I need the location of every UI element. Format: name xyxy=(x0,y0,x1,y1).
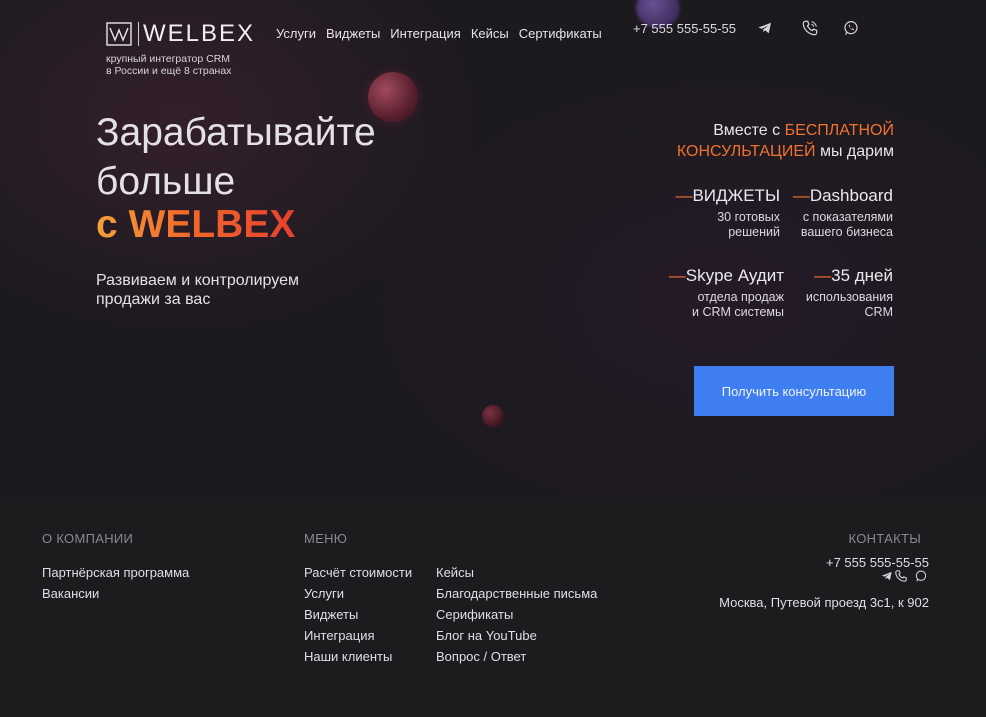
logo-subtitle-line: в России и ещё 8 странах xyxy=(106,65,232,77)
nav-item-widgets[interactable]: Виджеты xyxy=(326,26,380,41)
feature-dashboard: —Dashboard с показателями вашего бизнеса xyxy=(793,186,893,240)
feature-title: —Skype Аудит xyxy=(668,266,784,285)
nav-item-integration[interactable]: Интеграция xyxy=(390,26,461,41)
footer-link-youtube-blog[interactable]: Блог на YouTube xyxy=(436,628,537,643)
footer-phone[interactable]: +7 555 555-55-55 xyxy=(826,555,929,570)
whatsapp-icon[interactable] xyxy=(914,569,928,583)
feature-title: —ВИДЖЕТЫ xyxy=(675,186,780,205)
footer-link-integration[interactable]: Интеграция xyxy=(304,628,375,643)
footer-link-clients[interactable]: Наши клиенты xyxy=(304,649,392,664)
feature-desc: использования CRM xyxy=(805,290,893,319)
phone-call-icon[interactable] xyxy=(894,569,908,583)
footer-link-partner-program[interactable]: Партнёрская программа xyxy=(42,565,189,580)
hero-title-line: Зарабатывайте xyxy=(96,111,376,154)
feature-title: —35 дней xyxy=(814,266,893,285)
nav-item-certificates[interactable]: Сертификаты xyxy=(519,26,602,41)
nav-item-services[interactable]: Услуги xyxy=(276,26,316,41)
hero-title-line: больше xyxy=(96,160,236,203)
logo-subtitle-line: крупный интегратор CRM xyxy=(106,53,231,65)
hero-lead-line: продажи за вас xyxy=(96,291,211,308)
offer-suffix: мы дарим xyxy=(815,143,894,160)
offer-prefix: Вместе с xyxy=(713,122,785,139)
phone-call-icon[interactable] xyxy=(801,19,819,37)
footer-link-services[interactable]: Услуги xyxy=(304,586,344,601)
offer-accent: БЕСПЛАТНОЙ xyxy=(784,122,894,139)
feature-35-days: —35 дней использования CRM xyxy=(806,266,893,320)
welbex-logo-icon xyxy=(106,22,132,46)
whatsapp-icon[interactable] xyxy=(842,19,860,37)
logo-separator xyxy=(138,22,139,46)
feature-skype-audit: —Skype Аудит отдела продаж и CRM системы xyxy=(669,266,784,320)
hero-title: Зарабатывайте больше xyxy=(96,108,376,206)
hero-lead-line: Развиваем и контролируем xyxy=(96,272,299,289)
main-nav: Услуги Виджеты Интеграция Кейсы Сертифик… xyxy=(276,26,602,41)
footer-heading-company: О КОМПАНИИ xyxy=(42,531,134,546)
footer-heading-menu: МЕНЮ xyxy=(304,531,348,546)
hero-title-brand: с WELBEX xyxy=(96,203,296,246)
footer-link-vacancies[interactable]: Вакансии xyxy=(42,586,99,601)
logo[interactable]: WELBEX крупный интегратор CRM в России и… xyxy=(106,20,255,77)
footer-heading-contacts: КОНТАКТЫ xyxy=(848,531,921,546)
feature-desc: 30 готовых решений xyxy=(717,210,780,239)
header-phone[interactable]: +7 555 555-55-55 xyxy=(633,21,736,36)
feature-desc: с показателями вашего бизнеса xyxy=(800,210,893,239)
telegram-icon[interactable] xyxy=(756,19,774,37)
footer-link-widgets[interactable]: Виджеты xyxy=(304,607,358,622)
footer-link-thank-you-letters[interactable]: Благодарственные письма xyxy=(436,586,597,601)
logo-subtitle: крупный интегратор CRM в России и ещё 8 … xyxy=(106,53,255,77)
offer-accent: КОНСУЛЬТАЦИЕЙ xyxy=(676,143,816,160)
footer-address: Москва, Путевой проезд 3с1, к 902 xyxy=(719,595,929,610)
nav-item-cases[interactable]: Кейсы xyxy=(471,26,509,41)
footer-link-cases[interactable]: Кейсы xyxy=(436,565,474,580)
offer-text: Вместе с БЕСПЛАТНОЙ КОНСУЛЬТАЦИЕЙ мы дар… xyxy=(677,120,894,162)
hero-lead: Развиваем и контролируем продажи за вас xyxy=(96,271,299,309)
footer-link-faq[interactable]: Вопрос / Ответ xyxy=(436,649,526,664)
feature-desc: отдела продаж и CRM системы xyxy=(692,290,784,319)
hero-section: WELBEX крупный интегратор CRM в России и… xyxy=(0,0,986,500)
get-consultation-button[interactable]: Получить консультацию xyxy=(694,366,894,416)
feature-widgets: —ВИДЖЕТЫ 30 готовых решений xyxy=(675,186,780,240)
footer-link-certificates[interactable]: Серификаты xyxy=(436,607,513,622)
telegram-icon[interactable] xyxy=(880,569,894,583)
feature-title: —Dashboard xyxy=(792,186,893,205)
logo-wordmark: WELBEX xyxy=(143,20,256,47)
footer-link-pricing[interactable]: Расчёт стоимости xyxy=(304,565,412,580)
decorative-sphere xyxy=(482,405,504,427)
footer: О КОМПАНИИ Партнёрская программа Ваканси… xyxy=(0,500,986,717)
